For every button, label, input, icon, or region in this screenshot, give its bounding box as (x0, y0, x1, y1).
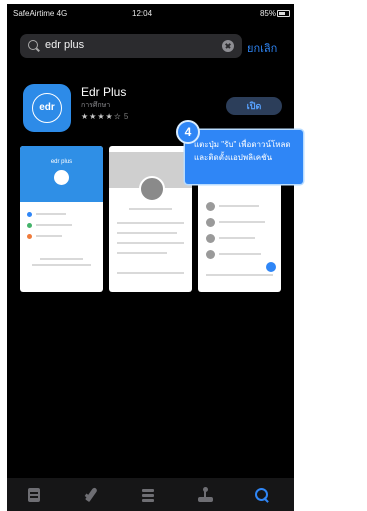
clear-icon[interactable] (222, 40, 234, 52)
screenshot-1[interactable]: edr plus (20, 146, 103, 292)
ss2-row (117, 222, 184, 224)
apps-icon[interactable] (139, 486, 157, 504)
arcade-icon[interactable] (196, 486, 214, 504)
ss1-logo (54, 170, 69, 185)
ss1-dot (27, 212, 32, 217)
screenshot-2[interactable] (109, 146, 192, 292)
ss1-dot (27, 223, 32, 228)
ss3-row (206, 274, 273, 276)
ss2-row (117, 252, 167, 254)
callout-text: แตะปุ่ม "รับ" เพื่อดาวน์โหลด และติดตั้งแ… (194, 140, 291, 162)
ss1-title: edr plus (50, 159, 73, 165)
ss3-row (219, 221, 265, 223)
rating-stars: ★★★★☆ (81, 112, 122, 121)
ss3-avatar (206, 218, 215, 227)
ss1-row (36, 213, 66, 215)
search-icon (28, 40, 38, 50)
app-rating: ★★★★☆ 5 (81, 112, 128, 121)
search-input[interactable]: edr plus (45, 39, 84, 51)
phone-screen: SafeAirtime 4G 12:04 85% edr plus ยกเลิก… (7, 4, 294, 511)
ss1-row (36, 224, 72, 226)
rating-count: 5 (123, 112, 129, 121)
battery-percent: 85% (259, 9, 276, 18)
carrier-label: SafeAirtime 4G (13, 9, 68, 18)
ss1-row (40, 258, 83, 260)
ss1-row (36, 235, 62, 237)
edr-logo-icon: edr (32, 93, 62, 123)
step-badge: 4 (176, 120, 200, 144)
app-icon[interactable]: edr (23, 84, 71, 132)
ss2-row (129, 208, 172, 210)
battery-icon (277, 10, 290, 17)
ss1-row (32, 264, 91, 266)
status-bar: SafeAirtime 4G 12:04 85% (7, 4, 294, 22)
ss2-row (117, 242, 184, 244)
ss3-row (219, 205, 259, 207)
logo-text: edr (39, 102, 55, 113)
ss3-compose-button (266, 262, 276, 272)
app-category: การศึกษา (81, 102, 111, 109)
get-button[interactable]: เปิด (226, 97, 282, 115)
ss2-avatar (139, 176, 165, 202)
ss3-row (219, 253, 261, 255)
cancel-button[interactable]: ยกเลิก (247, 39, 277, 57)
search-tab-icon[interactable] (253, 486, 271, 504)
clock: 12:04 (132, 9, 153, 18)
today-icon[interactable] (25, 486, 43, 504)
ss3-row (219, 237, 255, 239)
tab-bar (7, 478, 294, 511)
ss2-row (117, 232, 177, 234)
ss2-row (117, 272, 184, 274)
ss1-dot (27, 234, 32, 239)
search-bar[interactable]: edr plus (20, 34, 242, 58)
instruction-callout: แตะปุ่ม "รับ" เพื่อดาวน์โหลด และติดตั้งแ… (185, 130, 303, 184)
ss3-avatar (206, 202, 215, 211)
app-name[interactable]: Edr Plus (81, 85, 126, 99)
games-icon[interactable] (82, 486, 100, 504)
ss3-avatar (206, 250, 215, 259)
ss3-avatar (206, 234, 215, 243)
